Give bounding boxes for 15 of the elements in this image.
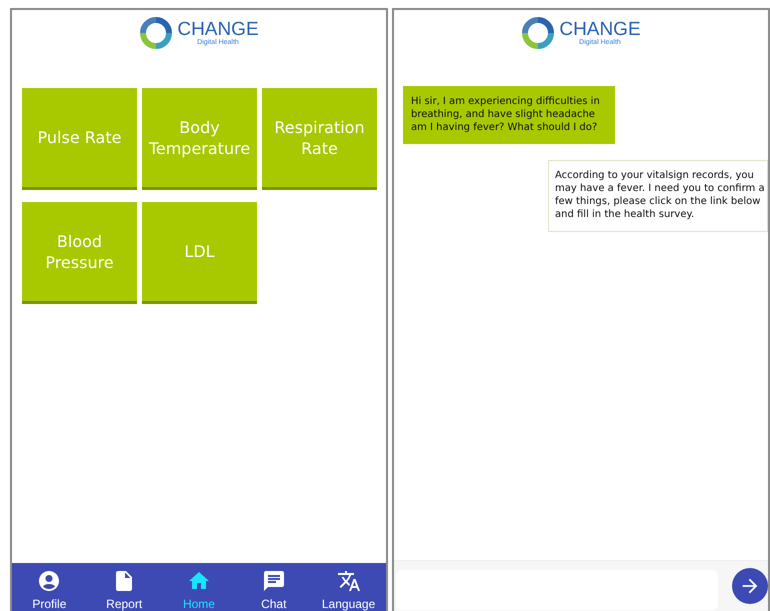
- sent-message: Hi sir, I am experiencing difficulties in breathing, and have slight headache am I having fever? What should I do?: [403, 86, 615, 144]
- translate-icon: [336, 569, 361, 593]
- ring-logo-icon: [139, 16, 174, 50]
- nav-tab[interactable]: Home: [164, 569, 234, 611]
- received-message: According to your vitalsign records, you may have a fever. I need you to confirm a few things, please click on the link below and fill in the health survey.: [548, 160, 768, 232]
- brand-name: CHANGE: [177, 20, 259, 39]
- nav-tab[interactable]: Report: [89, 569, 160, 611]
- nav-tab[interactable]: Chat: [238, 569, 309, 611]
- nav-tab[interactable]: Language: [314, 569, 384, 611]
- person-icon: [37, 569, 62, 593]
- ring-logo-icon: [521, 16, 556, 50]
- send-button[interactable]: [732, 568, 768, 604]
- nav-tab[interactable]: Profile: [14, 569, 84, 611]
- brand-name: CHANGE: [559, 20, 641, 39]
- chat-icon: [262, 569, 286, 593]
